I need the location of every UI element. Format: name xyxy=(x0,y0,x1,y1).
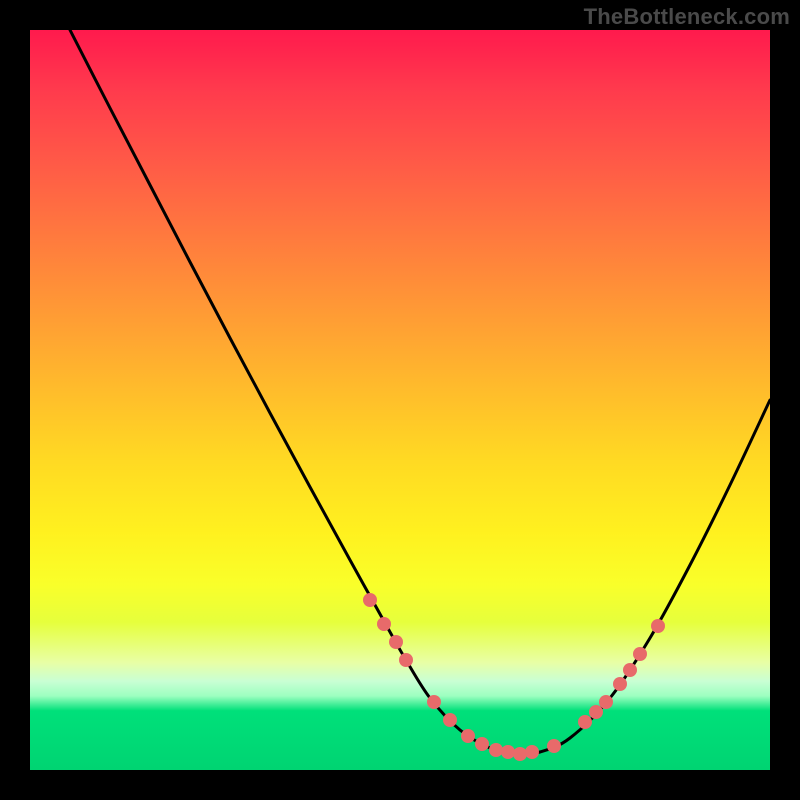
curve-dot xyxy=(461,729,475,743)
curve-dot xyxy=(399,653,413,667)
curve-dot xyxy=(475,737,489,751)
curve-dot xyxy=(501,745,515,759)
curve-dot xyxy=(633,647,647,661)
curve-dot xyxy=(377,617,391,631)
curve-dot xyxy=(525,745,539,759)
curve-dot xyxy=(589,705,603,719)
curve-dot xyxy=(427,695,441,709)
curve-dot xyxy=(613,677,627,691)
curve-dot xyxy=(389,635,403,649)
chart-stage: TheBottleneck.com xyxy=(0,0,800,800)
curve-dot xyxy=(623,663,637,677)
curve-dot xyxy=(363,593,377,607)
curve-dot xyxy=(443,713,457,727)
curve-dot xyxy=(651,619,665,633)
curve-dot xyxy=(578,715,592,729)
plot-area xyxy=(30,30,770,770)
curve-dot xyxy=(489,743,503,757)
bottleneck-curve xyxy=(70,30,770,754)
curve-dots xyxy=(363,593,665,761)
curve-dot xyxy=(547,739,561,753)
chart-svg xyxy=(30,30,770,770)
curve-dot xyxy=(599,695,613,709)
curve-dot xyxy=(513,747,527,761)
watermark-text: TheBottleneck.com xyxy=(584,4,790,30)
